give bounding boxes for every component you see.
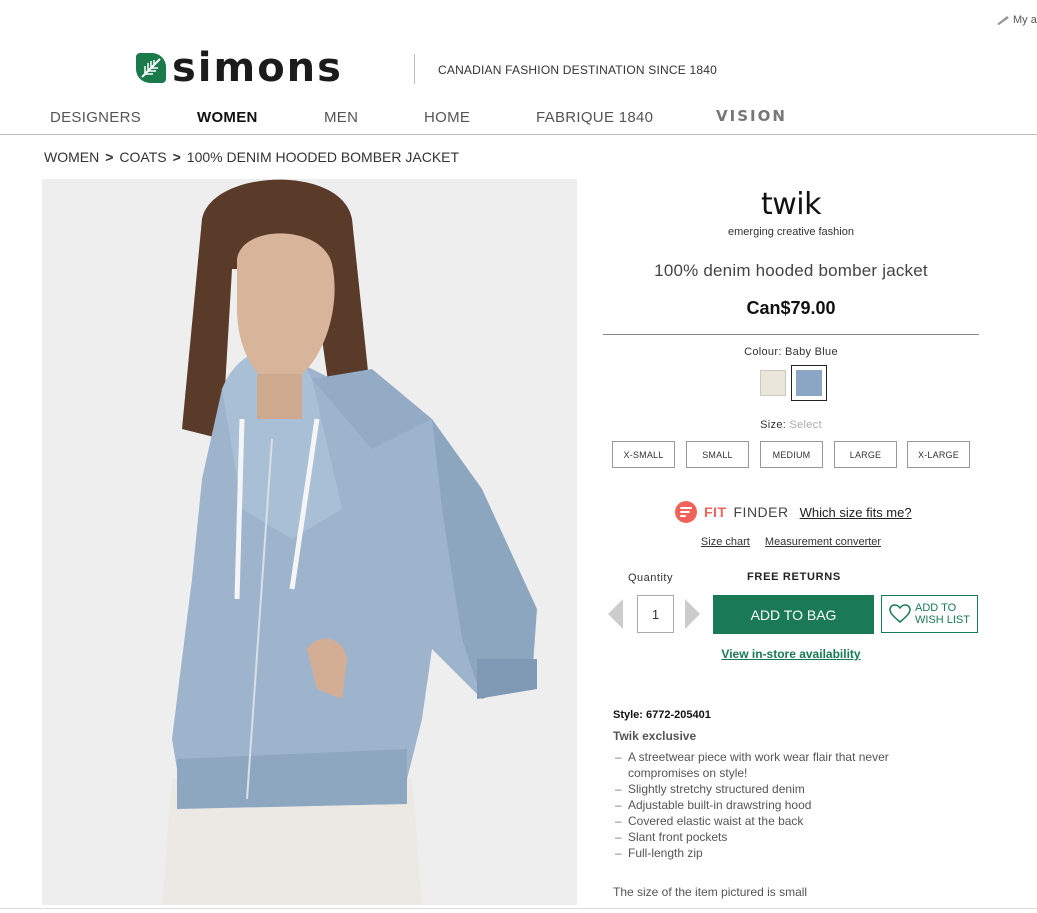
fit-finder-brand: FIT [704, 504, 727, 520]
quantity-decrease-arrow-icon[interactable] [608, 599, 623, 629]
size-line: Size: Select [603, 419, 979, 431]
quantity-label: Quantity [628, 572, 673, 584]
size-button-small[interactable]: SMALL [686, 441, 749, 468]
pen-icon [997, 16, 1009, 25]
fit-finder-word: FINDER [733, 504, 789, 520]
colour-swatch-baby-blue [796, 370, 822, 396]
fit-finder-icon [675, 501, 697, 523]
model-photo-illustration [42, 179, 577, 905]
colour-line: Colour: Baby Blue [603, 346, 979, 358]
in-store-availability-link[interactable]: View in-store availability [603, 647, 979, 661]
size-button-large[interactable]: LARGE [834, 441, 897, 468]
size-button-medium[interactable]: MEDIUM [760, 441, 823, 468]
feature-item: Slant front pockets [613, 829, 943, 845]
size-label: Size: [760, 419, 787, 431]
feature-list: A streetwear piece with work wear flair … [613, 749, 943, 861]
wishlist-label: ADD TO WISH LIST [915, 602, 970, 626]
heart-icon [889, 604, 911, 623]
leaf-logo-icon [136, 53, 166, 83]
nav-women[interactable]: WOMEN [197, 109, 258, 126]
product-details: Style: 6772-205401 Twik exclusive A stre… [613, 709, 943, 899]
breadcrumb-separator: > [105, 149, 114, 165]
brand-tagline: emerging creative fashion [728, 226, 854, 238]
size-button-x-large[interactable]: X-LARGE [907, 441, 970, 468]
product-title: 100% denim hooded bomber jacket [654, 261, 928, 280]
product-price: Can$79.00 [746, 298, 836, 318]
quantity-increase-arrow-icon[interactable] [685, 599, 700, 629]
measurement-converter-link[interactable]: Measurement converter [765, 536, 881, 548]
which-size-fits-me-link[interactable]: Which size fits me? [800, 505, 912, 520]
main-navigation: DESIGNERS WOMEN MEN HOME FABRIQUE 1840 V… [0, 100, 1037, 135]
feature-item: Adjustable built-in drawstring hood [613, 797, 943, 813]
breadcrumb-separator: > [172, 149, 181, 165]
size-placeholder: Select [789, 419, 822, 431]
bottom-divider [0, 908, 1037, 909]
wishlist-line-1: ADD TO [914, 602, 957, 614]
header-tagline: CANADIAN FASHION DESTINATION SINCE 1840 [438, 63, 717, 77]
feature-item: Full-length zip [613, 845, 943, 861]
product-image[interactable] [42, 179, 577, 905]
nav-fabrique-1840[interactable]: FABRIQUE 1840 [536, 109, 653, 126]
size-chart-link[interactable]: Size chart [701, 536, 750, 548]
breadcrumb-coats[interactable]: COATS [119, 149, 166, 165]
add-to-bag-button[interactable]: ADD TO BAG [713, 595, 874, 634]
exclusive-label: Twik exclusive [613, 729, 697, 743]
feature-item: A streetwear piece with work wear flair … [613, 749, 943, 781]
info-divider [603, 334, 979, 335]
free-returns-label: FREE RETURNS [747, 571, 841, 583]
pictured-size-note: The size of the item pictured is small [613, 885, 808, 899]
breadcrumb: WOMEN > COATS > 100% DENIM HOODED BOMBER… [44, 149, 459, 165]
colour-label: Colour: [744, 346, 782, 358]
breadcrumb-women[interactable]: WOMEN [44, 149, 99, 165]
nav-men[interactable]: MEN [324, 109, 358, 126]
logo-wordmark: simons [172, 45, 343, 91]
header-divider [414, 54, 415, 84]
size-button-x-small[interactable]: X-SMALL [612, 441, 675, 468]
wishlist-line-2: WISH LIST [914, 614, 970, 626]
colour-swatch-baby-blue-selected[interactable] [791, 365, 827, 401]
nav-designers[interactable]: DESIGNERS [50, 109, 141, 126]
my-account-link[interactable]: My a [996, 14, 1037, 26]
quantity-input[interactable] [637, 595, 674, 633]
nav-vision[interactable]: VISION [716, 107, 787, 125]
colour-swatch-cream[interactable] [760, 370, 786, 396]
feature-item: Covered elastic waist at the back [613, 813, 943, 829]
feature-item: Slightly stretchy structured denim [613, 781, 943, 797]
simons-logo[interactable]: simons [136, 45, 343, 91]
colour-value: Baby Blue [785, 346, 838, 358]
add-to-wishlist-button[interactable]: ADD TO WISH LIST [881, 595, 978, 633]
nav-home[interactable]: HOME [424, 109, 470, 126]
fit-finder: FIT FINDER Which size fits me? [675, 501, 912, 523]
breadcrumb-current: 100% DENIM HOODED BOMBER JACKET [186, 149, 460, 165]
my-account-label: My a [1013, 14, 1037, 26]
brand-name[interactable]: twik [603, 187, 979, 222]
style-number: Style: 6772-205401 [613, 709, 711, 721]
size-links-row: Size chart Measurement converter [603, 536, 979, 548]
